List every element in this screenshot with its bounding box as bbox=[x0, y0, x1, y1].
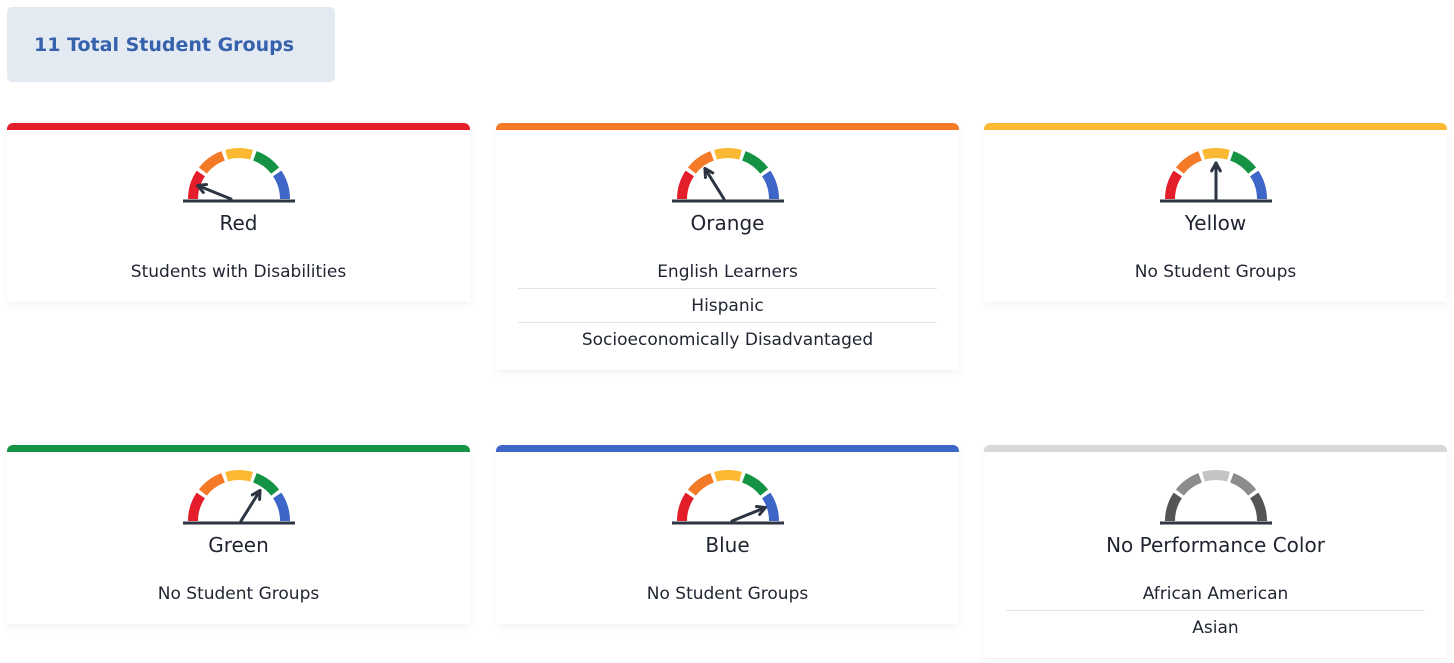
performance-color-bar bbox=[984, 123, 1447, 130]
needle-arrow-icon bbox=[1209, 161, 1222, 201]
needle-arrow-icon bbox=[730, 504, 767, 523]
student-group-item: No Student Groups bbox=[646, 584, 809, 604]
performance-card-yellow: Yellow No Student Groups bbox=[984, 123, 1447, 302]
student-group-item: No Student Groups bbox=[1134, 262, 1297, 282]
performance-gauge-icon bbox=[1159, 148, 1272, 203]
student-group-list: English Learners Hispanic Socioeconomicall… bbox=[496, 255, 959, 356]
performance-color-bar bbox=[7, 445, 470, 452]
needle-arrow-icon bbox=[195, 182, 232, 201]
performance-gauge-icon bbox=[182, 470, 295, 525]
student-group-list: No Student Groups bbox=[496, 577, 959, 610]
student-group-list: African American Asian bbox=[984, 577, 1447, 644]
student-group-item: African American bbox=[1142, 584, 1289, 604]
student-group-item: Socioeconomically Disadvantaged bbox=[518, 322, 937, 356]
student-group-list: Students with Disabilities bbox=[7, 255, 470, 288]
performance-level-label: Blue bbox=[705, 533, 750, 557]
performance-gauge-icon bbox=[182, 148, 295, 203]
needle-arrow-icon bbox=[702, 166, 725, 201]
performance-card-orange: Orange English Learners Hispanic Socioecono… bbox=[496, 123, 959, 370]
performance-card-red: Red Students with Disabilities bbox=[7, 123, 470, 302]
performance-color-bar bbox=[7, 123, 470, 130]
student-group-list: No Student Groups bbox=[7, 577, 470, 610]
performance-color-bar bbox=[984, 445, 1447, 452]
performance-color-bar bbox=[496, 445, 959, 452]
needle-arrow-icon bbox=[239, 488, 262, 523]
performance-level-label: Green bbox=[208, 533, 269, 557]
student-group-item: No Student Groups bbox=[157, 584, 320, 604]
performance-gauge-icon bbox=[671, 148, 784, 203]
performance-level-label: No Performance Color bbox=[1106, 533, 1325, 557]
student-group-item: English Learners bbox=[657, 262, 798, 282]
performance-card-blue: Blue No Student Groups bbox=[496, 445, 959, 624]
performance-gauge-icon bbox=[671, 470, 784, 525]
performance-level-label: Red bbox=[219, 211, 258, 235]
student-group-list: No Student Groups bbox=[984, 255, 1447, 288]
performance-card-green: Green No Student Groups bbox=[7, 445, 470, 624]
total-student-groups-box: 11 Total Student Groups bbox=[7, 7, 335, 82]
student-group-item: Hispanic bbox=[518, 288, 937, 322]
performance-level-label: Orange bbox=[690, 211, 765, 235]
total-student-groups-label: 11 Total Student Groups bbox=[34, 33, 295, 56]
student-group-item: Students with Disabilities bbox=[130, 262, 347, 282]
performance-gauge-icon bbox=[1159, 470, 1272, 525]
performance-level-label: Yellow bbox=[1184, 211, 1247, 235]
student-group-item: Asian bbox=[1006, 610, 1425, 644]
performance-color-bar bbox=[496, 123, 959, 130]
performance-card-none: No Performance Color African American Asia… bbox=[984, 445, 1447, 658]
